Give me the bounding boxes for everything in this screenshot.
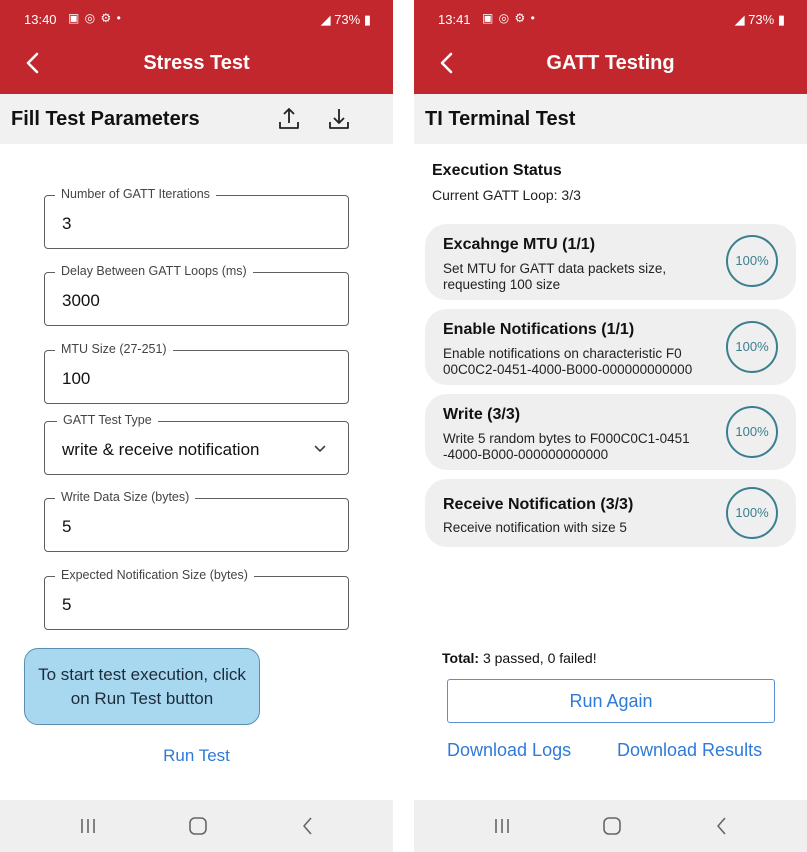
system-nav-bar [0,800,393,852]
field-value: 5 [62,517,72,536]
recent-apps-icon[interactable] [490,814,514,838]
field-label: GATT Test Type [57,413,158,427]
field-value: 3 [62,214,72,233]
step-title: Write (3/3) [443,406,521,423]
field-value: 100 [62,369,91,388]
progress-ring: 100% [726,235,778,287]
test-step-card: Excahnge MTU (1/1) Set MTU for GATT data… [425,224,796,300]
step-title: Excahnge MTU (1/1) [443,236,596,253]
back-icon[interactable] [710,814,734,838]
step-description: Enable notifications on characteristic F… [443,346,693,377]
upload-icon[interactable] [276,106,302,132]
progress-ring: 100% [726,406,778,458]
section-title: TI Terminal Test [425,108,576,130]
progress-ring: 100% [726,487,778,539]
hint-tooltip: To start test execution, click on Run Te… [24,648,260,725]
screen-title: Stress Test [143,52,250,74]
section-title: Fill Test Parameters [11,108,200,130]
gatt-iterations-field[interactable]: Number of GATT Iterations 3 [44,187,349,249]
battery-level: 73% [748,12,775,27]
screen-title: GATT Testing [546,52,675,74]
status-time: 13:40 [24,12,57,27]
signal-icon: ◢ [734,12,749,27]
app-bar: Stress Test [0,38,393,94]
run-test-button[interactable]: Run Test [0,746,393,766]
field-value: 3000 [62,291,100,310]
system-nav-bar [414,800,807,852]
notification-icons: ▣ ◎ ⚙ • [68,11,122,25]
home-icon[interactable] [186,814,210,838]
field-label: Number of GATT Iterations [55,187,216,201]
run-again-button[interactable]: Run Again [447,679,775,723]
status-bar: 13:41 ▣ ◎ ⚙ • ◢ 73% ▮ [414,0,807,38]
status-time: 13:41 [438,12,471,27]
tooltip-line: To start test execution, click [38,665,246,684]
field-label: MTU Size (27-251) [55,342,173,356]
tooltip-line: on Run Test button [70,689,214,708]
mtu-size-field[interactable]: MTU Size (27-251) 100 [44,342,349,404]
battery-icon: ▮ [777,12,785,27]
test-step-card: Receive Notification (3/3) Receive notif… [425,479,796,547]
status-bar: 13:40 ▣ ◎ ⚙ • ◢ 73% ▮ [0,0,393,38]
battery-icon: ▮ [363,12,371,27]
current-loop-text: Current GATT Loop: 3/3 [432,187,581,203]
download-results-link[interactable]: Download Results [617,740,762,761]
app-bar: GATT Testing [414,38,807,94]
battery-level: 73% [334,12,361,27]
gatt-loop-delay-field[interactable]: Delay Between GATT Loops (ms) 3000 [44,264,349,326]
section-header: TI Terminal Test [414,94,807,144]
total-summary: Total: 3 passed, 0 failed! [442,650,597,666]
notification-icons: ▣ ◎ ⚙ • [482,11,536,25]
section-header: Fill Test Parameters [0,94,393,144]
recent-apps-icon[interactable] [76,814,100,838]
total-label: Total: [442,650,480,666]
step-description: Write 5 random bytes to F000C0C1-0451 -4… [443,431,690,462]
notification-size-field[interactable]: Expected Notification Size (bytes) 5 [44,568,349,630]
execution-status-title: Execution Status [432,162,562,179]
progress-ring: 100% [726,321,778,373]
field-label: Write Data Size (bytes) [55,490,196,504]
gatt-test-type-select[interactable]: GATT Test Type write & receive notificat… [44,413,349,475]
field-value: write & receive notification [62,440,260,459]
step-description: Set MTU for GATT data packets size, requ… [443,261,667,292]
download-icon[interactable] [326,106,352,132]
gatt-testing-screen: 13:41 ▣ ◎ ⚙ • ◢ 73% ▮ GATT Testing TI Te… [414,0,807,852]
step-title: Receive Notification (3/3) [443,496,634,513]
signal-icon: ◢ [320,12,335,27]
download-logs-link[interactable]: Download Logs [447,740,571,761]
test-step-card: Enable Notifications (1/1) Enable notifi… [425,309,796,385]
home-icon[interactable] [600,814,624,838]
step-title: Enable Notifications (1/1) [443,321,635,338]
field-label: Expected Notification Size (bytes) [55,568,254,582]
step-description: Receive notification with size 5 [443,520,627,535]
field-value: 5 [62,595,72,614]
field-label: Delay Between GATT Loops (ms) [55,264,253,278]
test-step-card: Write (3/3) Write 5 random bytes to F000… [425,394,796,470]
write-data-size-field[interactable]: Write Data Size (bytes) 5 [44,490,349,552]
back-icon[interactable] [296,814,320,838]
total-value: 3 passed, 0 failed! [482,650,597,666]
stress-test-screen: 13:40 ▣ ◎ ⚙ • ◢ 73% ▮ Stress Test Fill T… [0,0,393,852]
chevron-down-icon [314,445,326,452]
